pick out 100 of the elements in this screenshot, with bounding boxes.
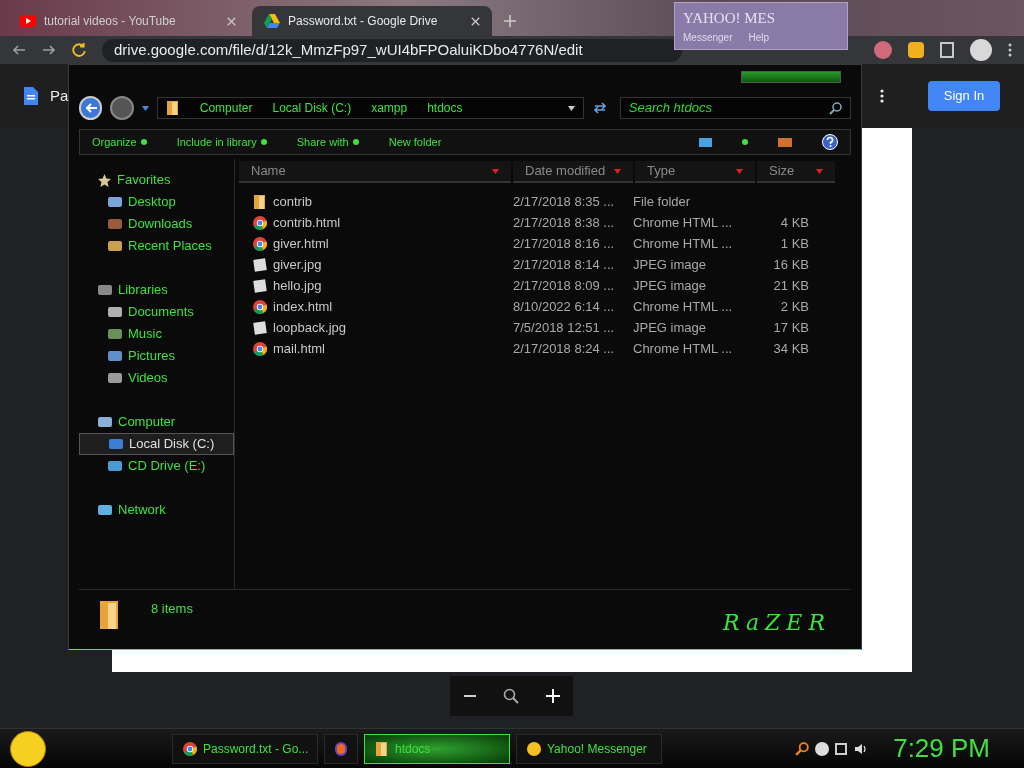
file-name: giver.html [273, 234, 329, 253]
nav-group[interactable]: Favorites [79, 169, 234, 191]
avatar-icon[interactable] [970, 39, 992, 61]
library-icon [97, 283, 113, 297]
image-file-icon [253, 278, 267, 293]
date-cell-text: 2/17/2018 8:35 ... [512, 192, 616, 211]
browser-tab[interactable]: tutorial videos - YouTube [8, 6, 248, 36]
star-icon [97, 172, 112, 188]
breadcrumb-item[interactable]: Local Disk (C:) [272, 99, 352, 117]
command-button[interactable]: Organize [92, 133, 147, 151]
search-field[interactable]: Search htdocs [619, 97, 851, 119]
nav-item[interactable]: Music [79, 323, 234, 345]
file-row[interactable]: giver.jpg 2/17/2018 8:14 ... JPEG image 16 KB [239, 254, 851, 275]
chrome-icon [183, 741, 197, 756]
column-header[interactable]: Name [239, 161, 511, 183]
nav-item[interactable]: Downloads [79, 213, 234, 235]
desktop-icon [107, 195, 123, 209]
date-cell-text: 8/10/2022 6:14 ... [512, 297, 616, 316]
messenger-logo: YAHOO! MES [683, 9, 776, 28]
preview-pane-icon[interactable] [778, 137, 792, 147]
file-row[interactable]: contrib 2/17/2018 8:35 ... File folder [239, 191, 851, 212]
caret-icon[interactable] [567, 105, 575, 111]
sidebar-icon[interactable] [940, 42, 954, 58]
column-header[interactable]: Date modified [513, 161, 633, 183]
clock[interactable]: 7:29 PM [893, 729, 990, 768]
search-placeholder: Search htdocs [628, 99, 713, 118]
column-header[interactable]: Size [757, 161, 835, 183]
breadcrumb-item[interactable]: htdocs [427, 99, 463, 117]
kebab-menu-icon[interactable] [880, 88, 884, 104]
downloads-icon [107, 217, 123, 231]
view-icon[interactable] [699, 137, 712, 147]
nav-item[interactable]: Recent Places [79, 235, 234, 257]
taskbar-button[interactable] [324, 733, 358, 764]
forward-icon[interactable] [42, 44, 56, 56]
file-name: index.html [273, 297, 333, 316]
address-bar[interactable]: Computer Local Disk (C:) xampp htdocs [156, 97, 584, 119]
nav-item[interactable]: Documents [79, 301, 234, 323]
sign-in-button[interactable]: Sign In [928, 81, 1000, 111]
caret-icon[interactable] [141, 105, 149, 111]
refresh-icon[interactable] [591, 102, 608, 114]
file-row[interactable]: index.html 8/10/2022 6:14 ... Chrome HTML ... 2 KB [239, 296, 851, 317]
command-button[interactable]: Include in library [176, 133, 267, 151]
search-icon[interactable] [795, 741, 810, 756]
taskbar-button[interactable]: Password.txt - Go... [172, 733, 318, 764]
type-cell-text: Chrome HTML ... [632, 339, 734, 358]
magnifier-icon[interactable] [503, 688, 520, 704]
folder-icon [165, 100, 180, 116]
back-icon[interactable] [12, 44, 26, 56]
breadcrumb-item[interactable]: Computer [199, 99, 253, 117]
new-tab-icon[interactable] [504, 15, 516, 27]
file-row[interactable]: mail.html 2/17/2018 8:24 ... Chrome HTML ... 34 KB [239, 338, 851, 359]
file-row[interactable]: contrib.html 2/17/2018 8:38 ... Chrome HTML ... 4 KB [239, 212, 851, 233]
type-cell-text: JPEG image [632, 255, 707, 274]
videos-icon [107, 371, 123, 385]
address-field[interactable]: drive.google.com/file/d/12k_MmzFp97_wUI4bFPOaluiKDbo4776N/edit [102, 38, 682, 62]
file-row[interactable]: loopback.jpg 7/5/2018 12:51 ... JPEG image 17 KB [239, 317, 851, 338]
nav-item[interactable]: CD Drive (E:) [79, 455, 234, 477]
help-icon[interactable] [822, 134, 838, 150]
kebab-menu-icon[interactable] [1008, 43, 1012, 57]
firefox-icon [335, 741, 347, 756]
size-cell-text: 4 KB [779, 213, 809, 232]
type-cell-text: Chrome HTML ... [632, 234, 734, 253]
nav-group[interactable]: Network [79, 499, 234, 521]
file-row[interactable]: hello.jpg 2/17/2018 8:09 ... JPEG image 21 KB [239, 275, 851, 296]
close-icon[interactable] [471, 16, 480, 26]
close-icon[interactable] [227, 16, 236, 26]
breadcrumb-item[interactable]: xampp [371, 99, 408, 117]
nav-item[interactable]: Local Disk (C:) [79, 433, 234, 455]
music-icon [107, 327, 123, 341]
command-button[interactable]: New folder [388, 133, 442, 151]
folder-icon [375, 740, 389, 757]
date-cell-text: 2/17/2018 8:38 ... [512, 213, 616, 232]
computer-icon [97, 415, 113, 429]
reload-icon[interactable] [72, 43, 86, 57]
file-name: loopback.jpg [273, 318, 346, 337]
nav-item[interactable]: Pictures [79, 345, 234, 367]
document-title: Pa [50, 85, 69, 106]
command-button[interactable]: Share with [296, 133, 359, 151]
zoom-in-icon[interactable] [545, 689, 560, 703]
image-file-icon [253, 257, 267, 272]
network-icon [97, 503, 113, 517]
date-cell-text: 2/17/2018 8:16 ... [512, 234, 616, 253]
tab-title: tutorial videos - YouTube [44, 13, 177, 30]
size-cell-text: 1 KB [779, 234, 809, 253]
column-header[interactable]: Type [635, 161, 755, 183]
file-row[interactable]: giver.html 2/17/2018 8:16 ... Chrome HTML ... 1 KB [239, 233, 851, 254]
size-cell-text: 16 KB [772, 255, 809, 274]
nav-group[interactable]: Libraries [79, 279, 234, 301]
forward-button[interactable] [110, 96, 134, 120]
speaker-icon[interactable] [853, 742, 868, 755]
taskbar-button[interactable]: Yahoo! Messenger [516, 733, 662, 764]
nav-item[interactable]: Desktop [79, 191, 234, 213]
nav-item[interactable]: Videos [79, 367, 234, 389]
triangle-logo-icon [264, 14, 280, 28]
file-name: mail.html [273, 339, 325, 358]
file-name: giver.jpg [273, 255, 322, 274]
back-button[interactable] [79, 96, 103, 120]
nav-group[interactable]: Computer [79, 411, 234, 433]
browser-tab[interactable]: Password.txt - Google Drive [252, 6, 492, 36]
file-name: hello.jpg [273, 276, 322, 295]
